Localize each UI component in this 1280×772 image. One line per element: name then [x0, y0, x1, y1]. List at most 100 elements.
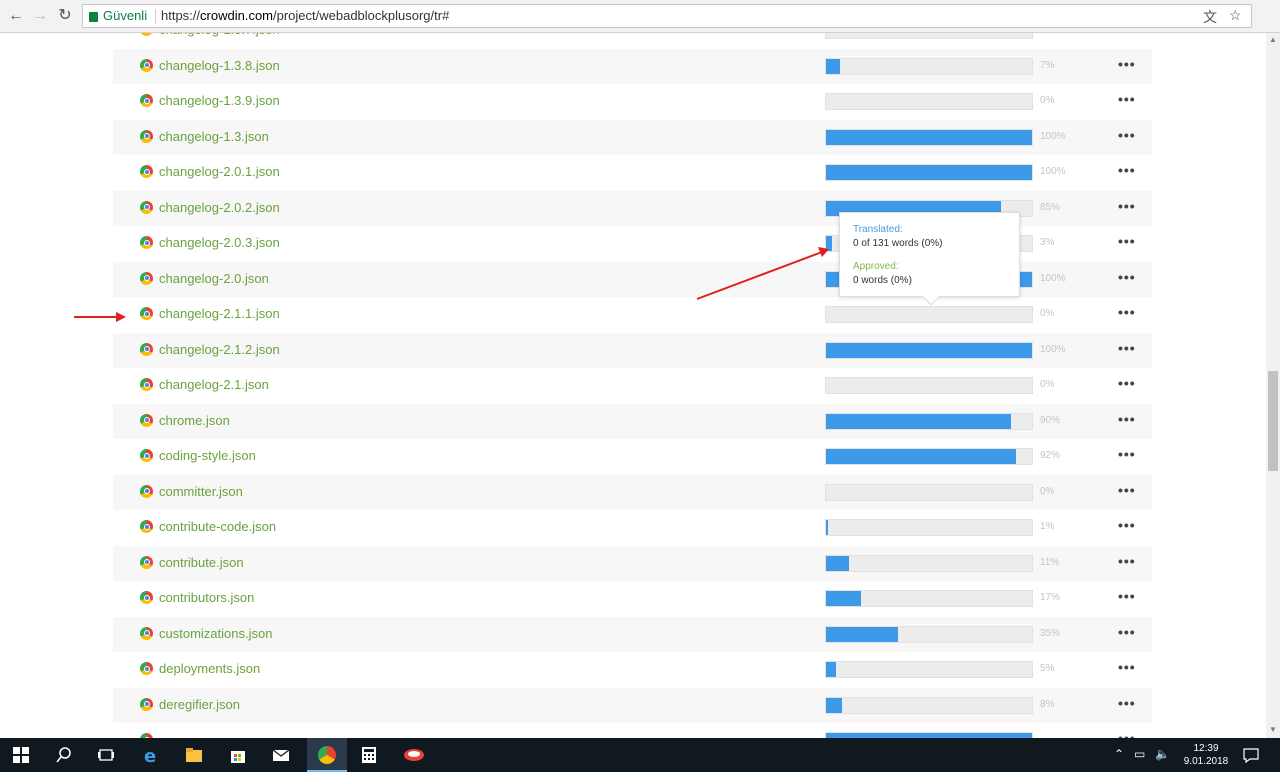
- more-options-icon[interactable]: •••: [1118, 304, 1136, 320]
- progress-bar[interactable]: [825, 164, 1033, 181]
- scroll-up-icon[interactable]: ▲: [1269, 35, 1277, 44]
- more-options-icon[interactable]: •••: [1118, 659, 1136, 675]
- store-icon[interactable]: [229, 746, 247, 764]
- progress-bar[interactable]: [825, 377, 1033, 394]
- more-options-icon[interactable]: •••: [1118, 56, 1136, 72]
- progress-bar[interactable]: [825, 483, 1033, 501]
- file-link[interactable]: coding-style.json: [159, 448, 256, 463]
- more-options-icon[interactable]: •••: [1118, 162, 1136, 178]
- system-clock[interactable]: 12:39 9.01.2018: [1180, 742, 1232, 768]
- more-options-icon[interactable]: •••: [1118, 588, 1136, 604]
- tray-chevron-icon[interactable]: ⌃: [1114, 747, 1124, 761]
- file-row: changelog-2.0.1.json 100% •••: [113, 155, 1152, 191]
- file-link[interactable]: changelog-2.0.3.json: [159, 235, 280, 250]
- vertical-scrollbar[interactable]: ▲ ▼: [1266, 33, 1280, 738]
- file-link[interactable]: changelog-2.0.2.json: [159, 200, 280, 215]
- chrome-file-icon: [140, 662, 153, 675]
- chrome-file-icon: [140, 307, 153, 320]
- file-link[interactable]: changelog-2.0.json: [159, 271, 269, 286]
- app-icon[interactable]: [403, 746, 425, 764]
- file-link[interactable]: deployments.json: [159, 661, 260, 676]
- file-row: contributors.json 17% •••: [113, 581, 1152, 617]
- progress-fill: [826, 342, 1032, 358]
- progress-bar[interactable]: [825, 448, 1033, 465]
- mail-icon[interactable]: [272, 746, 290, 764]
- file-explorer-icon[interactable]: [185, 746, 203, 764]
- edge-browser-icon[interactable]: e: [142, 746, 160, 764]
- more-options-icon[interactable]: •••: [1118, 553, 1136, 569]
- search-icon[interactable]: [55, 746, 73, 764]
- chrome-file-icon: [140, 591, 153, 604]
- more-options-icon[interactable]: •••: [1118, 446, 1136, 462]
- file-link[interactable]: changelog-1.3.json: [159, 129, 269, 144]
- task-view-icon[interactable]: [97, 746, 115, 764]
- progress-bar[interactable]: [825, 625, 1033, 643]
- file-link[interactable]: chrome.json: [159, 413, 230, 428]
- more-options-icon[interactable]: •••: [1118, 624, 1136, 640]
- progress-fill: [826, 697, 843, 713]
- progress-bar[interactable]: [825, 412, 1033, 430]
- omnibox-separator: [155, 9, 156, 24]
- progress-bar[interactable]: [825, 519, 1033, 536]
- file-row: committer.json 0% •••: [113, 474, 1152, 510]
- progress-bar[interactable]: [825, 33, 1033, 39]
- scroll-down-icon[interactable]: ▼: [1269, 725, 1277, 734]
- more-options-icon[interactable]: •••: [1118, 127, 1136, 143]
- file-link[interactable]: changelog-1.3.8.json: [159, 58, 280, 73]
- more-options-icon[interactable]: •••: [1118, 33, 1136, 36]
- chrome-file-icon: [140, 129, 153, 143]
- file-link[interactable]: changelog-2.1.json: [159, 377, 269, 392]
- reload-icon[interactable]: ↻: [55, 6, 75, 26]
- network-icon[interactable]: ▭: [1134, 747, 1145, 761]
- progress-bar[interactable]: [825, 590, 1033, 607]
- secure-indicator[interactable]: Güvenli: [89, 8, 147, 23]
- more-options-icon[interactable]: •••: [1118, 91, 1136, 107]
- file-link[interactable]: customizations.json: [159, 626, 272, 641]
- windows-start-icon[interactable]: [12, 746, 30, 764]
- file-link[interactable]: changelog-2.1.2.json: [159, 342, 280, 357]
- translate-icon[interactable]: 文: [1203, 7, 1217, 27]
- forward-arrow-icon[interactable]: →: [30, 6, 50, 26]
- file-link[interactable]: committer.json: [159, 484, 243, 499]
- chrome-file-icon: [140, 200, 153, 214]
- more-options-icon[interactable]: •••: [1118, 269, 1136, 285]
- star-icon[interactable]: ☆: [1229, 7, 1242, 24]
- more-options-icon[interactable]: •••: [1118, 411, 1136, 427]
- progress-bar[interactable]: [825, 57, 1033, 75]
- progress-percent: 3%: [1040, 237, 1055, 248]
- more-options-icon[interactable]: •••: [1118, 375, 1136, 391]
- progress-bar[interactable]: [825, 696, 1033, 714]
- file-link[interactable]: contribute-code.json: [159, 519, 276, 534]
- file-link[interactable]: changelog-1.3.7.json: [159, 33, 280, 37]
- progress-bar[interactable]: [825, 93, 1033, 110]
- calculator-icon[interactable]: [360, 746, 378, 764]
- chrome-icon[interactable]: [318, 746, 336, 764]
- file-link[interactable]: changelog-2.0.1.json: [159, 164, 280, 179]
- more-options-icon[interactable]: •••: [1118, 233, 1136, 249]
- back-arrow-icon[interactable]: ←: [6, 6, 26, 26]
- url-text[interactable]: https://crowdin.com/project/webadblockpl…: [161, 8, 449, 23]
- progress-bar[interactable]: [825, 341, 1033, 359]
- progress-percent: 90%: [1040, 414, 1061, 426]
- progress-bar[interactable]: [825, 128, 1033, 146]
- address-bar[interactable]: Güvenli https://crowdin.com/project/weba…: [82, 4, 1252, 28]
- more-options-icon[interactable]: •••: [1118, 695, 1136, 711]
- more-options-icon[interactable]: •••: [1118, 340, 1136, 356]
- more-options-icon[interactable]: •••: [1118, 517, 1136, 533]
- file-link[interactable]: changelog-2.1.1.json: [159, 306, 280, 321]
- more-options-icon[interactable]: •••: [1118, 482, 1136, 498]
- url-path: /project/webadblockplusorg/tr#: [273, 8, 450, 23]
- progress-bar[interactable]: [825, 554, 1033, 572]
- volume-icon[interactable]: 🔈: [1155, 747, 1170, 761]
- notifications-icon[interactable]: [1242, 746, 1260, 764]
- file-link[interactable]: deregifier.json: [159, 697, 240, 712]
- file-link[interactable]: contributors.json: [159, 590, 254, 605]
- scrollbar-thumb[interactable]: [1268, 371, 1278, 471]
- progress-bar[interactable]: [825, 661, 1033, 678]
- file-link[interactable]: contribute.json: [159, 555, 244, 570]
- more-options-icon[interactable]: •••: [1118, 730, 1136, 738]
- more-options-icon[interactable]: •••: [1118, 198, 1136, 214]
- file-row: changelog-2.1.2.json 100% •••: [113, 332, 1152, 368]
- file-link[interactable]: changelog-1.3.9.json: [159, 93, 280, 108]
- progress-bar[interactable]: [825, 306, 1033, 323]
